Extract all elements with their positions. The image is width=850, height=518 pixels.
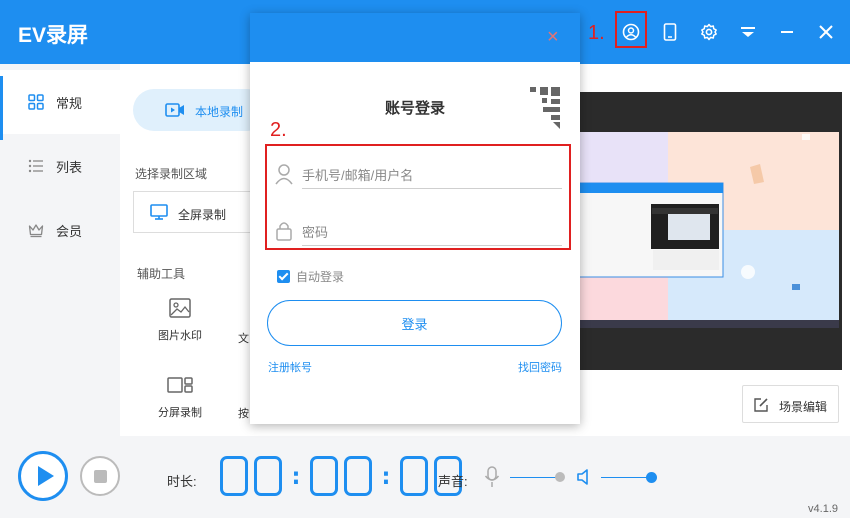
tool-split-screen[interactable]: 分屏录制: [150, 375, 210, 420]
close-icon[interactable]: [812, 18, 840, 46]
user-icon: [275, 164, 293, 185]
menu-dropdown-icon[interactable]: [734, 18, 762, 46]
list-icon: [28, 159, 43, 173]
play-icon: [38, 466, 54, 486]
sidebar-item-member[interactable]: 会员: [0, 198, 120, 262]
password-field-row: [272, 212, 562, 252]
preview-panel: [577, 92, 842, 370]
sidebar-item-label: 常规: [56, 95, 83, 111]
timer-digit: [400, 456, 428, 496]
username-field-row: [272, 155, 562, 195]
tool-image-watermark[interactable]: 图片水印: [150, 298, 210, 343]
username-input[interactable]: [302, 163, 562, 189]
register-link[interactable]: 注册帐号: [268, 359, 312, 375]
timer-digit: [220, 456, 248, 496]
crown-icon: [28, 224, 44, 238]
minimize-icon[interactable]: [773, 18, 801, 46]
sidebar-item-list[interactable]: 列表: [0, 134, 120, 198]
tool-label: 图片水印: [158, 330, 202, 342]
monitor-icon: [150, 204, 168, 220]
start-record-button[interactable]: [18, 451, 68, 501]
dialog-title: 账号登录: [384, 100, 445, 117]
timer-digit: [254, 456, 282, 496]
sound-label: 声音:: [438, 474, 468, 489]
clipped-tool-label: 按: [238, 408, 249, 420]
app-title: EV录屏: [18, 24, 89, 47]
speaker-volume-slider-track[interactable]: [601, 477, 649, 478]
annotation-step-2: 2.: [270, 119, 287, 141]
sidebar-item-label: 列表: [56, 159, 83, 175]
mic-volume-slider-handle[interactable]: [555, 472, 565, 482]
tool-label: 分屏录制: [158, 407, 202, 419]
version-label: v4.1.9: [808, 503, 838, 515]
tab-label: 本地录制: [195, 105, 244, 119]
password-input[interactable]: [302, 220, 562, 246]
timer-colon: :: [288, 462, 304, 490]
fullscreen-label: 全屏录制: [178, 208, 227, 222]
microphone-icon[interactable]: [484, 466, 500, 488]
scene-edit-button[interactable]: 场景编辑: [742, 385, 839, 423]
forgot-password-link[interactable]: 找回密码: [518, 359, 562, 375]
tools-section-label: 辅助工具: [137, 267, 186, 281]
dialog-close-icon[interactable]: ×: [547, 27, 559, 47]
mic-volume-slider-track[interactable]: [510, 477, 558, 478]
speaker-volume-slider-handle[interactable]: [646, 472, 657, 483]
split-screen-icon: [167, 377, 193, 393]
recording-timer: : :: [220, 454, 468, 498]
speaker-icon[interactable]: [576, 468, 594, 486]
edit-icon: [754, 398, 768, 412]
clipped-tool-label: 文: [238, 333, 249, 345]
gear-icon[interactable]: [695, 18, 723, 46]
login-button[interactable]: 登录: [267, 300, 562, 346]
video-record-icon: [165, 103, 184, 117]
sidebar-item-general[interactable]: 常规: [0, 70, 120, 140]
tablet-icon[interactable]: [656, 18, 684, 46]
sidebar: 常规 列表 会员: [0, 64, 120, 436]
timer-colon: :: [378, 462, 394, 490]
lock-icon: [276, 222, 292, 241]
auto-login-checkbox[interactable]: 自动登录: [277, 267, 344, 285]
sidebar-item-label: 会员: [56, 223, 83, 239]
fullscreen-record-button[interactable]: 全屏录制: [133, 191, 253, 233]
user-account-icon[interactable]: [617, 18, 645, 46]
dialog-header: ×: [250, 13, 580, 62]
timer-digit: [344, 456, 372, 496]
stop-record-button[interactable]: [80, 456, 120, 496]
image-icon: [169, 298, 191, 318]
duration-label: 时长:: [167, 474, 197, 489]
scene-edit-label: 场景编辑: [779, 400, 828, 414]
preview-screenshot: [577, 92, 842, 370]
tab-local-recording[interactable]: 本地录制: [133, 89, 268, 131]
checkbox-checked-icon[interactable]: [277, 269, 290, 283]
grid-icon: [28, 94, 44, 110]
area-section-label: 选择录制区域: [135, 167, 208, 181]
timer-digit: [310, 456, 338, 496]
auto-login-label: 自动登录: [296, 269, 345, 284]
annotation-step-1: 1.: [588, 22, 605, 44]
